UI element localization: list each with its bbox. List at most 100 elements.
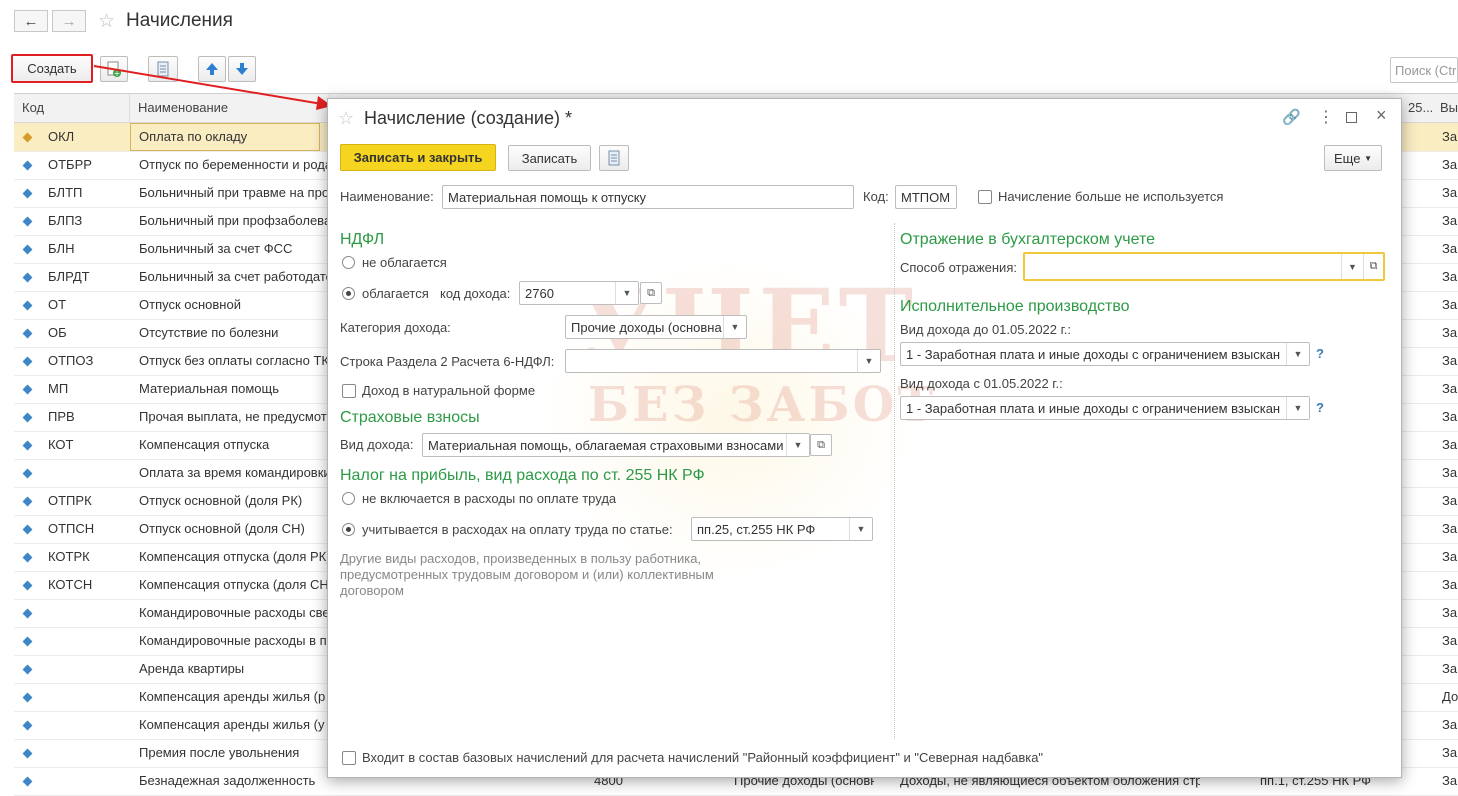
close-icon[interactable]: × bbox=[1376, 105, 1387, 126]
unused-checkbox[interactable] bbox=[978, 190, 992, 204]
not-included-radio[interactable] bbox=[342, 492, 355, 505]
ndfl-not-taxed-radio[interactable] bbox=[342, 256, 355, 269]
income-code-field[interactable]: 2760 ▼ bbox=[519, 281, 639, 305]
row-type: За bbox=[1442, 269, 1458, 284]
dropdown-icon[interactable]: ▼ bbox=[1286, 397, 1309, 419]
link-icon[interactable]: 🔗 bbox=[1282, 108, 1301, 126]
column-header-fragment[interactable]: 25... bbox=[1400, 94, 1433, 122]
open-icon[interactable]: ⧉ bbox=[1363, 254, 1383, 279]
row-marker-icon bbox=[22, 440, 33, 451]
row-type: За bbox=[1442, 157, 1458, 172]
row-type: За bbox=[1442, 549, 1458, 564]
more-label: Еще bbox=[1334, 150, 1361, 166]
row-code: БЛТП bbox=[48, 185, 83, 200]
list-doc-icon bbox=[608, 150, 620, 166]
dropdown-icon[interactable]: ▼ bbox=[1341, 254, 1363, 279]
row-code bbox=[48, 739, 128, 767]
more-menu-icon[interactable]: ⋮ bbox=[1318, 107, 1334, 127]
open-icon[interactable]: ⧉ bbox=[640, 282, 662, 304]
row-marker-icon bbox=[22, 468, 33, 479]
row-name: Больничный за счет ФСС bbox=[139, 241, 293, 256]
base-accrual-checkbox[interactable] bbox=[342, 751, 356, 765]
row-marker-icon bbox=[22, 412, 33, 423]
row-type: За bbox=[1442, 213, 1458, 228]
row-code bbox=[48, 655, 128, 683]
code-label: Код: bbox=[863, 189, 889, 204]
row-marker-icon bbox=[22, 524, 33, 535]
enforcement-after-field[interactable]: 1 - Заработная плата и иные доходы с огр… bbox=[900, 396, 1310, 420]
row-marker-icon bbox=[22, 244, 33, 255]
star-icon[interactable]: ☆ bbox=[98, 10, 115, 33]
dropdown-icon[interactable]: ▼ bbox=[849, 518, 872, 540]
row-type: За bbox=[1442, 577, 1458, 592]
maximize-icon[interactable] bbox=[1346, 112, 1357, 123]
row-code bbox=[48, 683, 128, 711]
category-label: Категория дохода: bbox=[340, 320, 451, 335]
open-icon[interactable]: ⧉ bbox=[810, 434, 832, 456]
save-and-close-button[interactable]: Записать и закрыть bbox=[340, 144, 496, 171]
row-type: За bbox=[1442, 465, 1458, 480]
row-marker-icon bbox=[22, 664, 33, 675]
more-button[interactable]: Еще ▼ bbox=[1324, 145, 1382, 171]
search-input[interactable]: Поиск (Ctrl+F) bbox=[1390, 57, 1458, 83]
row-code bbox=[48, 711, 128, 739]
help-icon[interactable]: ? bbox=[1316, 400, 1324, 415]
row-name: Отпуск основной (доля СН) bbox=[139, 521, 305, 536]
row-name: Больничный при профзаболевании bbox=[139, 213, 327, 228]
create-button[interactable]: Создать bbox=[11, 54, 93, 83]
row-name: Оплата по окладу bbox=[139, 129, 248, 144]
row-type: До bbox=[1442, 689, 1458, 704]
code-field[interactable]: МТПОМ bbox=[895, 185, 957, 209]
row-name: Премия после увольнения bbox=[139, 745, 300, 760]
ndfl-header: НДФЛ bbox=[340, 231, 385, 248]
row-type: За bbox=[1442, 717, 1458, 732]
category-field[interactable]: Прочие доходы (основна ▼ bbox=[565, 315, 747, 339]
row-marker-icon bbox=[22, 552, 33, 563]
insurance-income-type-label: Вид дохода: bbox=[340, 437, 414, 452]
row-code: ОТ bbox=[48, 297, 67, 312]
name-label: Наименование: bbox=[340, 189, 434, 204]
enforcement-before-field[interactable]: 1 - Заработная плата и иные доходы с огр… bbox=[900, 342, 1310, 366]
accounting-method-field[interactable]: ▼ ⧉ bbox=[1023, 252, 1385, 281]
ndfl-taxed-radio[interactable] bbox=[342, 287, 355, 300]
help-icon[interactable]: ? bbox=[1316, 346, 1324, 361]
favorite-star-icon[interactable]: ☆ bbox=[338, 108, 354, 129]
hint-line: Другие виды расходов, произведенных в по… bbox=[340, 551, 702, 566]
row-name: Командировочные расходы в пределах bbox=[139, 633, 327, 648]
row-marker-icon bbox=[22, 188, 33, 199]
row-marker-icon bbox=[22, 160, 33, 171]
enforcement-header: Исполнительное производство bbox=[900, 298, 1130, 315]
column-header-type[interactable]: Вы bbox=[1432, 94, 1458, 122]
enforcement-before-value: 1 - Заработная плата и иные доходы с огр… bbox=[906, 347, 1281, 362]
dropdown-icon[interactable]: ▼ bbox=[786, 434, 809, 456]
dropdown-icon[interactable]: ▼ bbox=[723, 316, 746, 338]
article-value: пп.25, ст.255 НК РФ bbox=[697, 522, 816, 537]
row-type: За bbox=[1442, 661, 1458, 676]
forward-button[interactable]: → bbox=[52, 10, 86, 32]
article-field[interactable]: пп.25, ст.255 НК РФ ▼ bbox=[691, 517, 873, 541]
row-code: ОТБРР bbox=[48, 157, 92, 172]
name-field[interactable]: Материальная помощь к отпуску bbox=[442, 185, 854, 209]
row-code bbox=[48, 627, 128, 655]
6ndfl-line-field[interactable]: ▼ bbox=[565, 349, 881, 373]
row-name: Компенсация отпуска (доля РК) bbox=[139, 549, 327, 564]
row-code: КОТ bbox=[48, 437, 74, 452]
row-code: БЛН bbox=[48, 241, 75, 256]
dropdown-icon[interactable]: ▼ bbox=[1286, 343, 1309, 365]
row-name: Отпуск основной bbox=[139, 297, 241, 312]
profit-tax-hint: Другие виды расходов, произведенных в по… bbox=[340, 551, 714, 599]
save-button[interactable]: Записать bbox=[508, 145, 591, 171]
back-button[interactable]: ← bbox=[14, 10, 48, 32]
accounting-method-label: Способ отражения: bbox=[900, 260, 1017, 275]
row-marker-icon bbox=[22, 748, 33, 759]
natural-income-checkbox[interactable] bbox=[342, 384, 356, 398]
enforcement-after-value: 1 - Заработная плата и иные доходы с огр… bbox=[906, 401, 1281, 416]
dropdown-icon[interactable]: ▼ bbox=[615, 282, 638, 304]
report-button[interactable] bbox=[599, 145, 629, 171]
dropdown-icon[interactable]: ▼ bbox=[857, 350, 880, 372]
row-name: Отпуск без оплаты согласно ТК bbox=[139, 353, 327, 368]
included-radio[interactable] bbox=[342, 523, 355, 536]
row-type: За bbox=[1442, 381, 1458, 396]
arrow-left-icon: ← bbox=[23, 12, 39, 30]
insurance-income-type-field[interactable]: Материальная помощь, облагаемая страховы… bbox=[422, 433, 810, 457]
